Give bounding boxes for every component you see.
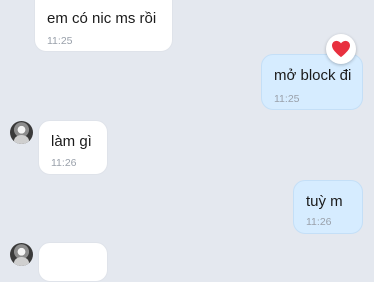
heart-reaction[interactable]	[326, 34, 356, 64]
message-bubble-outgoing[interactable]: tuỳ m 11:26	[293, 180, 363, 234]
user-avatar[interactable]	[10, 121, 33, 144]
message-time: 11:26	[306, 216, 332, 228]
message-text: tuỳ m	[306, 193, 343, 210]
heart-icon	[332, 40, 350, 58]
message-bubble-incoming[interactable]: em có nic ms rồi 11:25	[34, 0, 173, 52]
message-time: 11:25	[274, 93, 300, 105]
user-avatar[interactable]	[10, 243, 33, 266]
message-text: làm gì	[51, 133, 92, 150]
message-text: mở block đi	[274, 67, 352, 84]
message-time: 11:26	[51, 157, 77, 169]
message-text: em có nic ms rồi	[47, 10, 157, 27]
message-time: 11:25	[47, 35, 73, 47]
message-bubble-incoming[interactable]	[38, 242, 108, 282]
message-bubble-incoming[interactable]: làm gì 11:26	[38, 120, 108, 175]
